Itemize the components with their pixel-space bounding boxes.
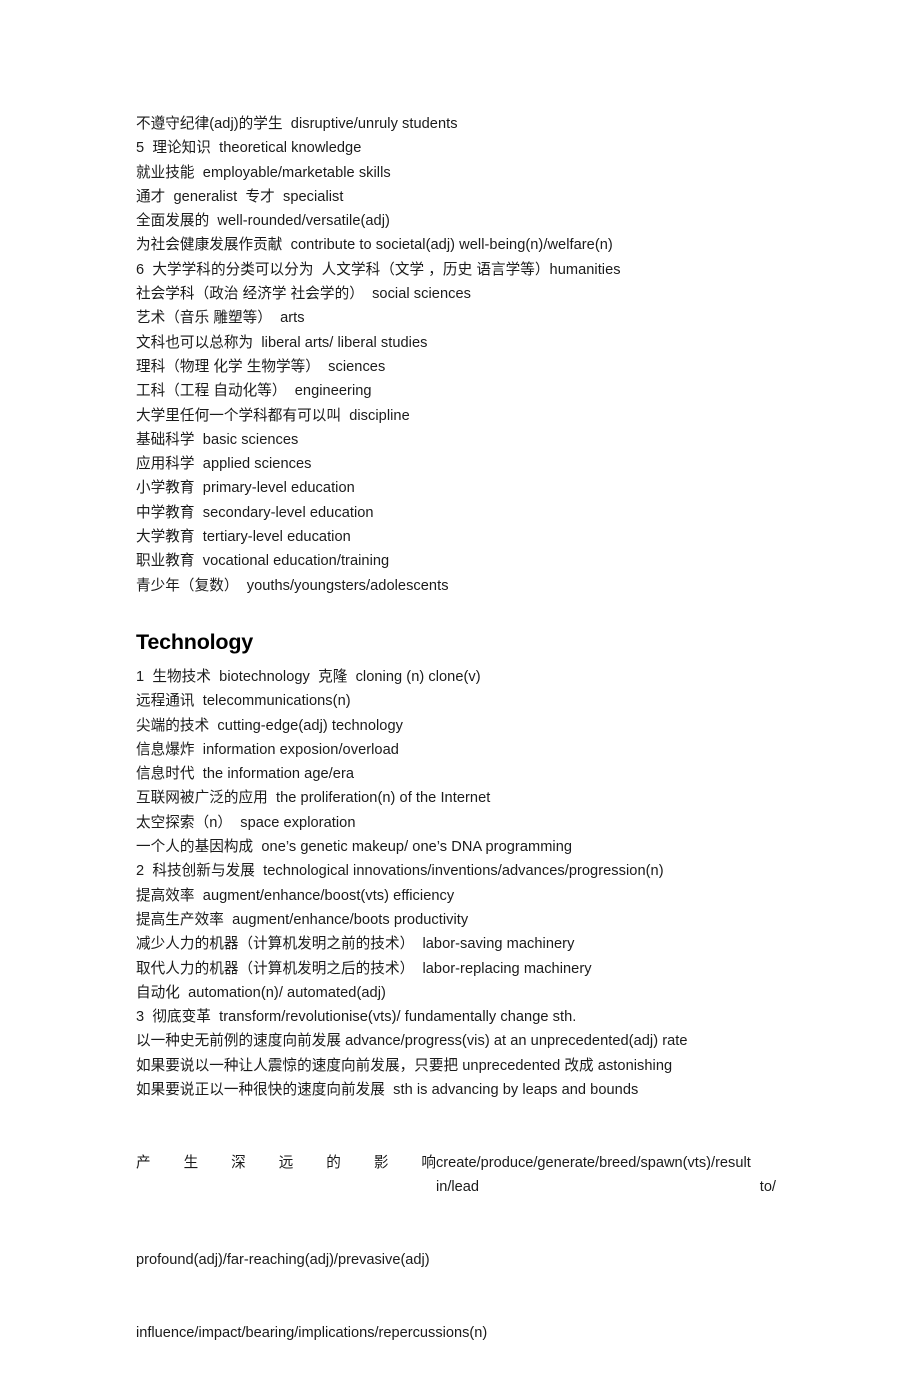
vocab-line: 大学里任何一个学科都有可以叫 discipline <box>136 407 410 424</box>
justified-paragraph: 产生深远的影响create/produce/generate/breed/spa… <box>136 1102 788 1394</box>
vocab-line: 一个人的基因构成 one’s genetic makeup/ one’s DNA… <box>136 839 573 856</box>
vocab-line: 理科（物理 化学 生物学等） sciences <box>136 358 386 375</box>
vocab-line: 远程通讯 telecommunications(n) <box>136 693 351 710</box>
vocab-line: 以一种史无前例的速度向前发展 advance/progress(vis) at … <box>136 1033 688 1050</box>
english-run-phrase: create/produce/generate/breed/spawn(vts)… <box>436 1154 776 1196</box>
vocab-line: 提高生产效率 augment/enhance/boots productivit… <box>136 911 469 928</box>
vocab-line: 通才 generalist 专才 specialist <box>136 188 344 205</box>
vocab-line: 不遵守纪律(adj)的学生 disruptive/unruly students <box>136 116 458 132</box>
section-education-continued: 不遵守纪律(adj)的学生 disruptive/unruly students… <box>136 112 788 598</box>
vocab-line: 1 生物技术 biotechnology 克隆 cloning (n) clon… <box>136 668 481 685</box>
section-technology: 1 生物技术 biotechnology 克隆 cloning (n) clon… <box>136 665 788 1102</box>
vocab-line: 为社会健康发展作贡献 contribute to societal(adj) w… <box>136 237 613 254</box>
vocab-line: 尖端的技术 cutting-edge(adj) technology <box>136 717 403 734</box>
vocab-line: 职业教育 vocational education/training <box>136 553 390 570</box>
vocab-line: 互联网被广泛的应用 the proliferation(n) of the In… <box>136 790 491 807</box>
chinese-spread-phrase: 产生深远的影响 <box>136 1154 436 1171</box>
vocab-line: 青少年（复数） youths/youngsters/adolescents <box>136 577 449 594</box>
vocab-line: 如果要说以一种让人震惊的速度向前发展，只要把 unprecedented 改成 … <box>136 1057 673 1074</box>
vocab-line: 自动化 automation(n)/ automated(adj) <box>136 984 386 1001</box>
justified-line-3: influence/impact/bearing/implications/re… <box>136 1324 488 1341</box>
vocab-line: 小学教育 primary-level education <box>136 480 355 497</box>
vocab-line: 取代人力的机器（计算机发明之后的技术） labor-replacing mach… <box>136 960 592 977</box>
vocab-line: 2 科技创新与发展 technological innovations/inve… <box>136 863 664 880</box>
vocab-line: 信息时代 the information age/era <box>136 766 355 783</box>
section-heading-technology: Technology <box>136 629 254 654</box>
vocab-line: 如果要说正以一种很快的速度向前发展 sth is advancing by le… <box>136 1081 639 1098</box>
vocab-line: 信息爆炸 information exposion/overload <box>136 741 399 758</box>
vocab-line: 文科也可以总称为 liberal arts/ liberal studies <box>136 334 428 351</box>
vocab-line: 应用科学 applied sciences <box>136 456 312 473</box>
vocab-line: 中学教育 secondary-level education <box>136 504 374 521</box>
justified-line-1: 产生深远的影响create/produce/generate/breed/spa… <box>136 1151 788 1200</box>
vocab-line: 工科（工程 自动化等） engineering <box>136 383 372 400</box>
vocab-line: 全面发展的 well-rounded/versatile(adj) <box>136 213 390 230</box>
vocab-line: 就业技能 employable/marketable skills <box>136 164 391 181</box>
vocab-line: 艺术（音乐 雕塑等） arts <box>136 310 305 327</box>
vocab-line: 大学教育 tertiary-level education <box>136 529 351 546</box>
vocab-line: 提高效率 augment/enhance/boost(vts) efficien… <box>136 887 455 904</box>
vocab-line: 基础科学 basic sciences <box>136 431 299 448</box>
vocab-line: 6 大学学科的分类可以分为 人文学科（文学 ，历史 语言学等）humanitie… <box>136 261 621 278</box>
vocab-line: 太空探索（n） space exploration <box>136 814 356 831</box>
document-page: 不遵守纪律(adj)的学生 disruptive/unruly students… <box>136 112 788 1394</box>
justified-line-2: profound(adj)/far-reaching(adj)/prevasiv… <box>136 1252 430 1269</box>
vocab-line: 减少人力的机器（计算机发明之前的技术） labor-saving machine… <box>136 936 575 953</box>
vocab-line: 5 理论知识 theoretical knowledge <box>136 140 362 157</box>
vocab-line: 社会学科（政治 经济学 社会学的） social sciences <box>136 286 471 303</box>
vocab-line: 3 彻底变革 transform/revolutionise(vts)/ fun… <box>136 1009 577 1026</box>
